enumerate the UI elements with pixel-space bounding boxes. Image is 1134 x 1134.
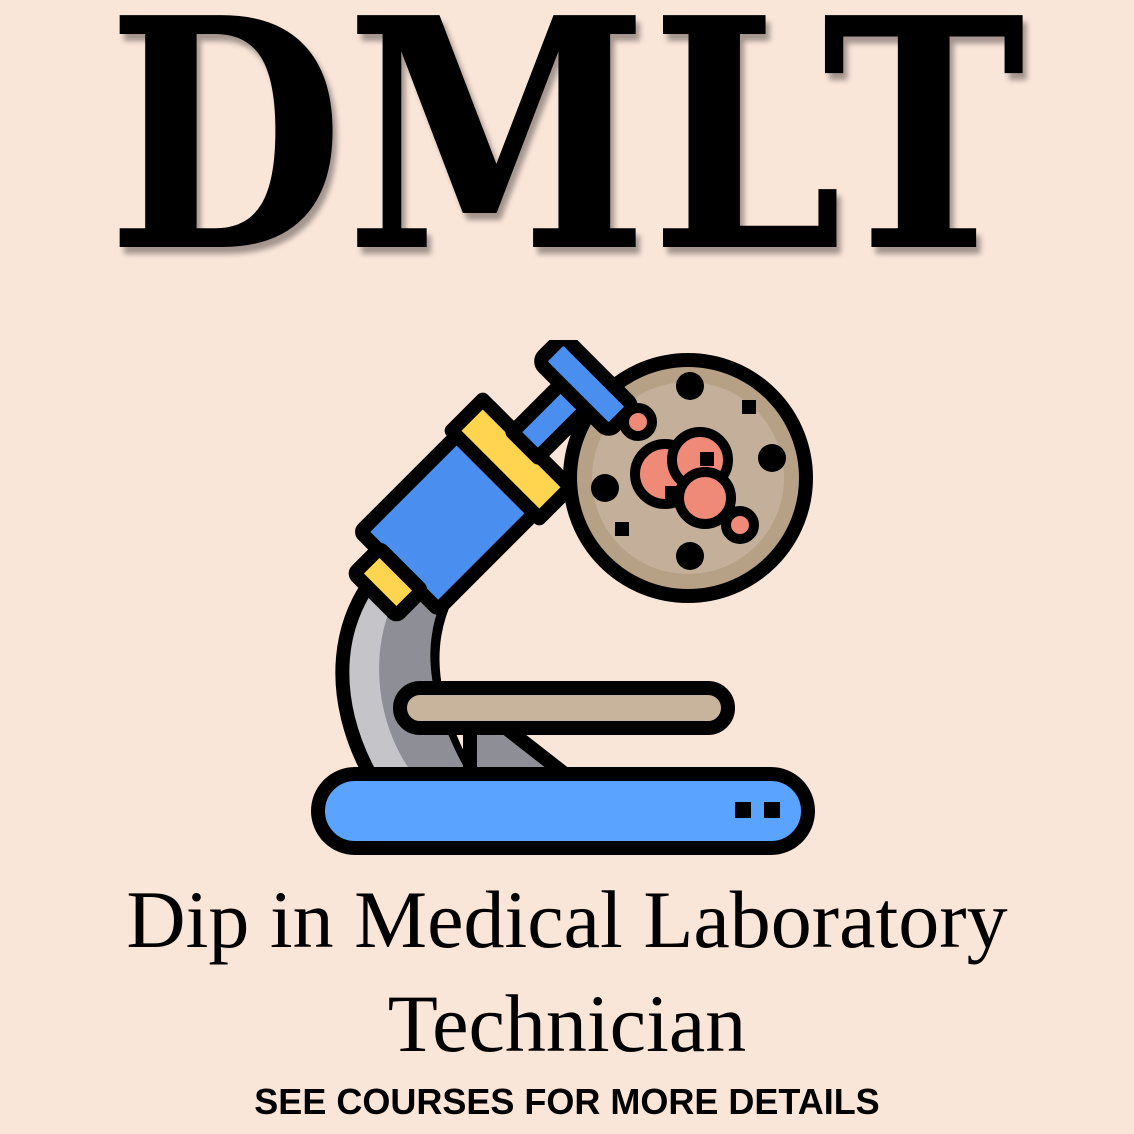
subtitle-line-1: Dip in Medical Laboratory <box>126 874 1008 965</box>
course-subtitle: Dip in Medical Laboratory Technician <box>0 868 1134 1076</box>
dmlt-title: DMLT <box>106 0 1028 322</box>
microscope-icon <box>311 340 815 855</box>
subtitle-line-2: Technician <box>387 978 747 1069</box>
see-courses-text: SEE COURSES FOR MORE DETAILS <box>254 1081 880 1122</box>
